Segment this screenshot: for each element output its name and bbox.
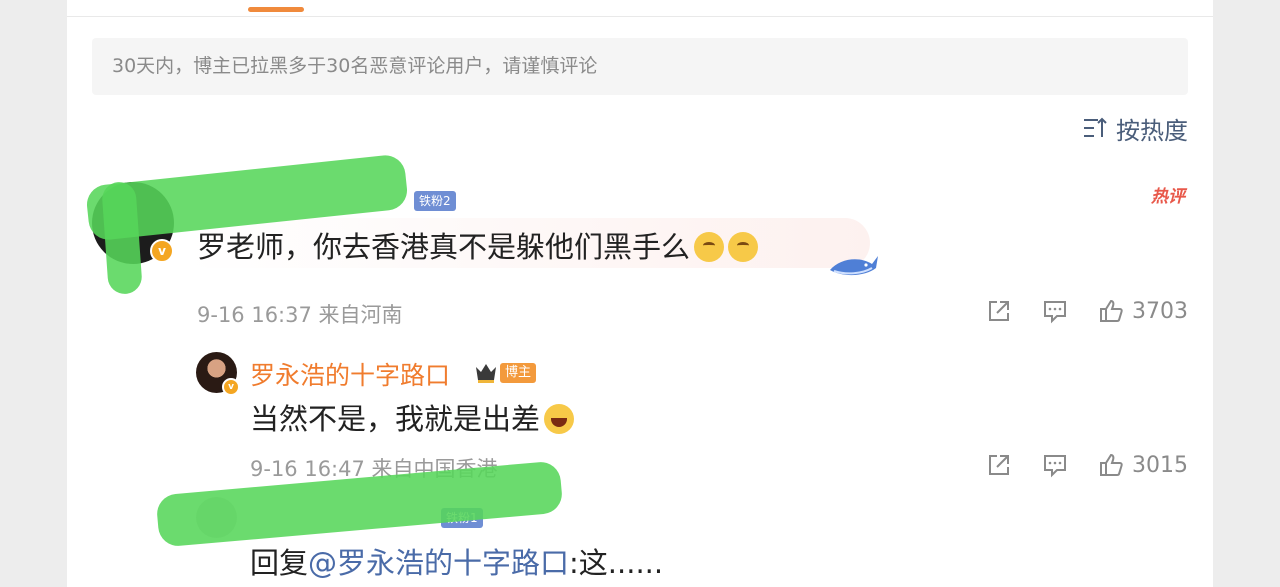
comment-location: 来自河南 <box>318 303 403 327</box>
reply-text: 当然不是，我就是出差 <box>250 396 575 438</box>
hot-comment-badge: 热评 <box>1151 187 1185 207</box>
laughing-face-icon <box>544 404 575 434</box>
verified-badge-icon: v <box>150 239 174 263</box>
fan-badge: 铁粉2 <box>414 191 456 211</box>
comment-time: 9-16 16:37 <box>197 303 312 327</box>
thinking-face-icon <box>728 232 759 262</box>
reply-actions: 3015 <box>986 452 1188 478</box>
whale-decoration-icon <box>830 256 878 276</box>
comments-panel: 30天内，博主已拉黑多于30名恶意评论用户，请谨慎评论 按热度 v 铁粉2 热评… <box>67 0 1213 587</box>
sort-button[interactable]: 按热度 <box>1082 112 1188 145</box>
comment-actions: 3703 <box>986 298 1188 324</box>
thinking-face-icon <box>694 232 725 262</box>
like-icon[interactable] <box>1098 298 1124 324</box>
tab-bar <box>67 0 1213 17</box>
reply-time: 9-16 16:47 <box>250 457 365 481</box>
comment-icon[interactable] <box>1042 452 1068 478</box>
sort-label: 按热度 <box>1116 116 1188 145</box>
reply2-text: 回复@罗永浩的十字路口:这...... <box>250 540 663 582</box>
reply-text-content: 当然不是，我就是出差 <box>250 402 541 436</box>
comment-meta: 9-16 16:37 来自河南 <box>197 299 403 329</box>
sort-icon <box>1084 117 1107 137</box>
like-count: 3703 <box>1132 298 1188 324</box>
blacklist-notice: 30天内，博主已拉黑多于30名恶意评论用户，请谨慎评论 <box>92 38 1188 95</box>
share-icon[interactable] <box>986 452 1012 478</box>
reply2-text-content: :这...... <box>569 546 664 580</box>
mention-link[interactable]: @罗永浩的十字路口 <box>308 546 569 580</box>
like-icon[interactable] <box>1098 452 1124 478</box>
comment-text-content: 罗老师，你去香港真不是躲他们黑手么 <box>197 230 691 264</box>
reply-username[interactable]: 罗永浩的十字路口 <box>250 356 450 392</box>
comment-text: 罗老师，你去香港真不是躲他们黑手么 <box>197 224 759 266</box>
share-icon[interactable] <box>986 298 1012 324</box>
crown-icon <box>476 364 496 383</box>
comment-icon[interactable] <box>1042 298 1068 324</box>
verified-badge-icon: v <box>222 378 240 396</box>
reply2-prefix: 回复 <box>250 546 309 580</box>
blogger-badge: 博主 <box>500 363 537 383</box>
active-tab-indicator <box>248 7 304 12</box>
like-count: 3015 <box>1132 452 1188 478</box>
